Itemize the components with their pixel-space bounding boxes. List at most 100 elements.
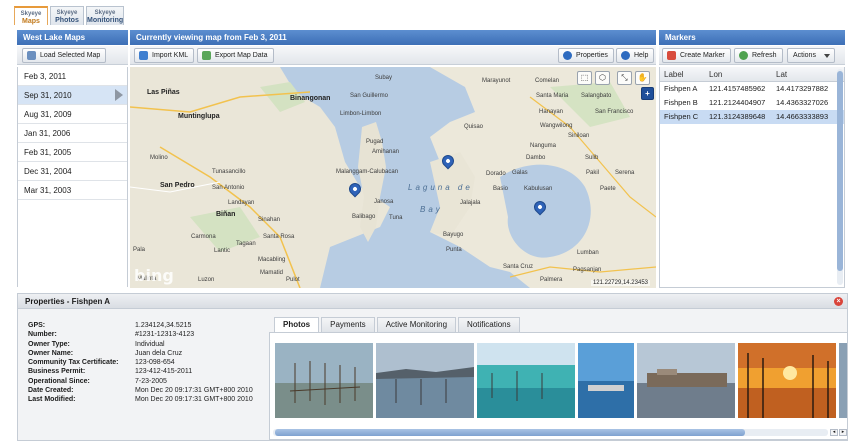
info-value: 123-412-415-2011 [135,368,193,376]
map-date-item[interactable]: Dec 31, 2004 [18,162,127,181]
scroll-left-icon[interactable]: ◂ [830,429,838,436]
tab-photos[interactable]: Photos [274,317,320,332]
import-kml-button[interactable]: Import KML [134,48,195,63]
tab-active-monitoring[interactable]: Active Monitoring [376,317,457,332]
info-key: Date Created: [28,387,74,395]
map-date-item[interactable]: Jan 31, 2006 [18,124,127,143]
photo-strip: ◂ ▸ [269,332,848,440]
column-header-lat[interactable]: Lat [776,67,840,81]
map-date-label: Sep 31, 2010 [24,91,72,100]
zoom-in-icon[interactable]: + [641,87,654,100]
map-place-label: Siniloan [568,133,590,139]
map-place-label: Sulib [585,155,599,161]
map-place-label: Kabulusan [524,186,553,192]
help-button[interactable]: Help [616,48,655,63]
markers-table-header: Label Lon Lat [660,67,844,82]
map-place-label: Molino [150,155,168,161]
map-place-label: Quisao [464,124,484,130]
chevron-down-icon [823,54,830,58]
markers-scrollbar[interactable] [837,69,843,285]
map-place-label: San Guillermo [350,93,389,99]
map-place-label: Santa Maria [536,93,569,99]
load-selected-map-button[interactable]: Load Selected Map [22,48,107,63]
map-place-label: Subay [375,75,393,81]
map-place-label: Santa Cruz [503,264,534,270]
map-place-label: Janosa [374,199,394,205]
marker-lat-cell: 14.4663333893 [776,112,829,121]
detail-tabs-panel: Photos Payments Active Monitoring Notifi… [269,316,848,440]
properties-button[interactable]: Properties [558,48,614,63]
scrollbar-thumb[interactable] [275,429,745,436]
export-map-data-button[interactable]: Export Map Data [197,48,274,63]
create-marker-button[interactable]: Create Marker [662,48,731,63]
map-panel-title: Currently viewing map from Feb 3, 2011 [130,30,656,45]
map-date-label: Feb 31, 2005 [24,148,72,157]
refresh-label: Refresh [752,52,777,59]
column-header-label[interactable]: Label [660,67,709,81]
info-value: 123-098-654 [135,359,175,367]
lake-label: Laguna de [408,183,473,192]
map-place-label: Mamatid [260,270,284,276]
lake-label: Bay [420,205,443,214]
table-row[interactable]: Fishpen A 121.4157485962 14.4173297882 [660,82,844,96]
scrollbar-thumb[interactable] [837,71,843,271]
map-place-label: Binangonan [290,95,331,102]
close-icon[interactable]: × [834,297,843,306]
map-date-item[interactable]: Aug 31, 2009 [18,105,127,124]
map-date-label: Dec 31, 2004 [24,167,72,176]
scroll-right-icon[interactable]: ▸ [839,429,847,436]
photo-thumbnail[interactable] [275,343,373,418]
map-date-label: Jan 31, 2006 [24,129,71,138]
pin-icon [667,51,676,60]
map-place-label: Landayan [228,200,255,206]
map-place-label: Lantic [214,248,231,254]
photo-strip-scrollbar[interactable] [273,429,828,436]
marker-lon-cell: 121.2124404907 [709,98,766,107]
map-place-label: Biñan [216,211,236,218]
table-row-selected[interactable]: Fishpen C 121.3124389648 14.4663333893 [660,110,844,124]
map-place-label: Lumban [577,250,599,256]
table-row[interactable]: Fishpen B 121.2124404907 14.4363327026 [660,96,844,110]
tab-payments[interactable]: Payments [321,317,375,332]
map-date-item[interactable]: Mar 31, 2003 [18,181,127,200]
info-row: Operational Since: 7-23-2005 [28,377,253,386]
tab-notifications[interactable]: Notifications [458,317,520,332]
photo-thumbnail[interactable] [477,343,575,418]
pan-hand-icon[interactable]: ✋ [635,71,650,85]
map-date-item[interactable]: Feb 3, 2011 [18,67,127,86]
map-view[interactable]: Las Piñas Binangonan Muntinglupa San Ped… [130,67,656,288]
select-polygon-icon[interactable]: ⬡ [595,71,610,85]
map-place-label: Pugad [366,139,384,145]
actions-label: Actions [793,52,816,59]
photo-thumbnail[interactable] [738,343,836,418]
info-value: 7-23-2005 [135,377,167,385]
app-tab-monitoring[interactable]: Skyeye Monitoring [86,6,124,25]
map-place-label: Dorado [486,171,506,177]
map-date-item[interactable]: Feb 31, 2005 [18,143,127,162]
marker-lat-cell: 14.4363327026 [776,98,829,107]
info-key: Owner Name: [28,349,74,357]
properties-title: Properties - Fishpen A [25,297,111,306]
map-date-item-selected[interactable]: Sep 31, 2010 [18,86,127,105]
app-tab-maps[interactable]: Skyeye Maps [14,6,48,25]
measure-icon[interactable]: ⤡ [617,71,632,85]
map-place-label: San Antonio [212,185,245,191]
help-icon [621,51,630,60]
map-place-label: Palmera [540,277,563,283]
photo-thumbnail[interactable] [839,343,847,418]
select-rectangle-icon[interactable]: ⬚ [577,71,592,85]
column-header-lon[interactable]: Lon [709,67,776,81]
actions-dropdown[interactable]: Actions [787,48,835,63]
info-key: Owner Type: [28,340,70,348]
export-icon [202,51,211,60]
map-date-list: Feb 3, 2011 Sep 31, 2010 Aug 31, 2009 Ja… [17,67,128,287]
map-toolbar: Import KML Export Map Data Properties He… [130,46,656,65]
info-value: Individual [135,340,165,348]
photo-thumbnail[interactable] [578,343,634,418]
photo-thumbnail[interactable] [376,343,474,418]
marker-label-cell: Fishpen B [664,98,698,107]
photo-thumbnail[interactable] [637,343,735,418]
app-tab-photos[interactable]: Skyeye Photos [50,6,84,25]
properties-header: Properties - Fishpen A × [17,293,848,309]
refresh-button[interactable]: Refresh [734,48,783,63]
